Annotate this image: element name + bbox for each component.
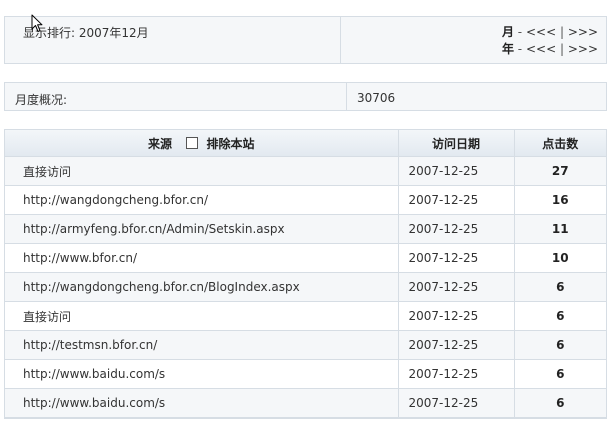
date-cell: 2007-12-25 bbox=[398, 185, 515, 215]
ranking-title-cell: 显示排行: 2007年12月 bbox=[5, 17, 341, 63]
clicks-cell: 6 bbox=[514, 301, 606, 331]
clicks-cell: 6 bbox=[514, 388, 606, 418]
source-cell: http://wangdongcheng.bfor.cn/ bbox=[5, 185, 399, 215]
overview-value: 30706 bbox=[357, 91, 396, 105]
clicks-cell: 6 bbox=[514, 272, 606, 302]
month-prev-link[interactable]: <<< bbox=[526, 25, 556, 39]
year-pipe: | bbox=[559, 42, 564, 56]
clicks-cell: 10 bbox=[514, 243, 606, 273]
table-row: http://wangdongcheng.bfor.cn/BlogIndex.a… bbox=[5, 272, 606, 302]
overview-label: 月度概况: bbox=[15, 93, 68, 107]
arrow-pointer-icon bbox=[31, 14, 43, 32]
table-row: http://wangdongcheng.bfor.cn/ 2007-12-25… bbox=[5, 185, 606, 215]
overview-divider bbox=[346, 83, 347, 110]
source-cell: http://testmsn.bfor.cn/ bbox=[5, 330, 399, 360]
table-row: http://armyfeng.bfor.cn/Admin/Setskin.as… bbox=[5, 214, 606, 244]
source-cell: http://www.baidu.com/s bbox=[5, 359, 399, 389]
source-cell: http://wangdongcheng.bfor.cn/BlogIndex.a… bbox=[5, 272, 399, 302]
period-navigation: 月 - <<< | >>> 年 - <<< | >>> bbox=[502, 24, 598, 58]
clicks-header: 点击数 bbox=[514, 130, 606, 157]
exclude-site-label[interactable]: 排除本站 bbox=[206, 137, 254, 151]
date-cell: 2007-12-25 bbox=[398, 359, 515, 389]
clicks-cell: 11 bbox=[514, 214, 606, 244]
source-cell: http://armyfeng.bfor.cn/Admin/Setskin.as… bbox=[5, 214, 399, 244]
source-header-label: 来源 bbox=[148, 136, 173, 151]
year-label: 年 bbox=[501, 42, 514, 56]
table-row: http://www.baidu.com/s 2007-12-25 6 bbox=[5, 359, 606, 389]
ranking-panel: 显示排行: 2007年12月 月 - <<< | >>> 年 - <<< | >… bbox=[4, 16, 607, 64]
clicks-cell: 6 bbox=[514, 359, 606, 389]
date-cell: 2007-12-25 bbox=[398, 301, 515, 331]
date-cell: 2007-12-25 bbox=[398, 243, 515, 273]
table-row: http://www.bfor.cn/ 2007-12-25 10 bbox=[5, 243, 606, 273]
source-cell: http://www.bfor.cn/ bbox=[5, 243, 399, 273]
source-cell: http://www.baidu.com/s bbox=[5, 388, 399, 418]
clicks-cell: 16 bbox=[514, 185, 606, 215]
month-navigation: 月 - <<< | >>> bbox=[502, 24, 598, 41]
month-dash: - bbox=[517, 25, 523, 39]
referrer-table: 来源 排除本站 访问日期 点击数 直接访问 2007-12-25 27 http… bbox=[4, 129, 607, 419]
table-row: http://testmsn.bfor.cn/ 2007-12-25 6 bbox=[5, 330, 606, 360]
checkbox-unchecked-icon[interactable] bbox=[186, 136, 199, 149]
date-header: 访问日期 bbox=[398, 130, 515, 157]
monthly-overview: 月度概况: 30706 bbox=[4, 82, 607, 111]
year-dash: - bbox=[517, 42, 523, 56]
month-next-link[interactable]: >>> bbox=[568, 25, 598, 39]
year-next-link[interactable]: >>> bbox=[568, 42, 598, 56]
table-header-row: 来源 排除本站 访问日期 点击数 bbox=[5, 130, 606, 157]
clicks-cell: 27 bbox=[514, 156, 606, 186]
month-pipe: | bbox=[559, 25, 564, 39]
source-header: 来源 排除本站 bbox=[5, 130, 399, 157]
year-navigation: 年 - <<< | >>> bbox=[502, 41, 598, 58]
table-row: 直接访问 2007-12-25 6 bbox=[5, 301, 606, 331]
table-row: 直接访问 2007-12-25 27 bbox=[5, 156, 606, 186]
source-cell: 直接访问 bbox=[5, 156, 399, 186]
date-cell: 2007-12-25 bbox=[398, 156, 515, 186]
table-row: http://www.baidu.com/s 2007-12-25 6 bbox=[5, 388, 606, 418]
year-prev-link[interactable]: <<< bbox=[526, 42, 556, 56]
month-label: 月 bbox=[501, 25, 514, 39]
date-cell: 2007-12-25 bbox=[398, 214, 515, 244]
clicks-cell: 6 bbox=[514, 330, 606, 360]
date-cell: 2007-12-25 bbox=[398, 330, 515, 360]
date-cell: 2007-12-25 bbox=[398, 272, 515, 302]
source-cell: 直接访问 bbox=[5, 301, 399, 331]
date-cell: 2007-12-25 bbox=[398, 388, 515, 418]
